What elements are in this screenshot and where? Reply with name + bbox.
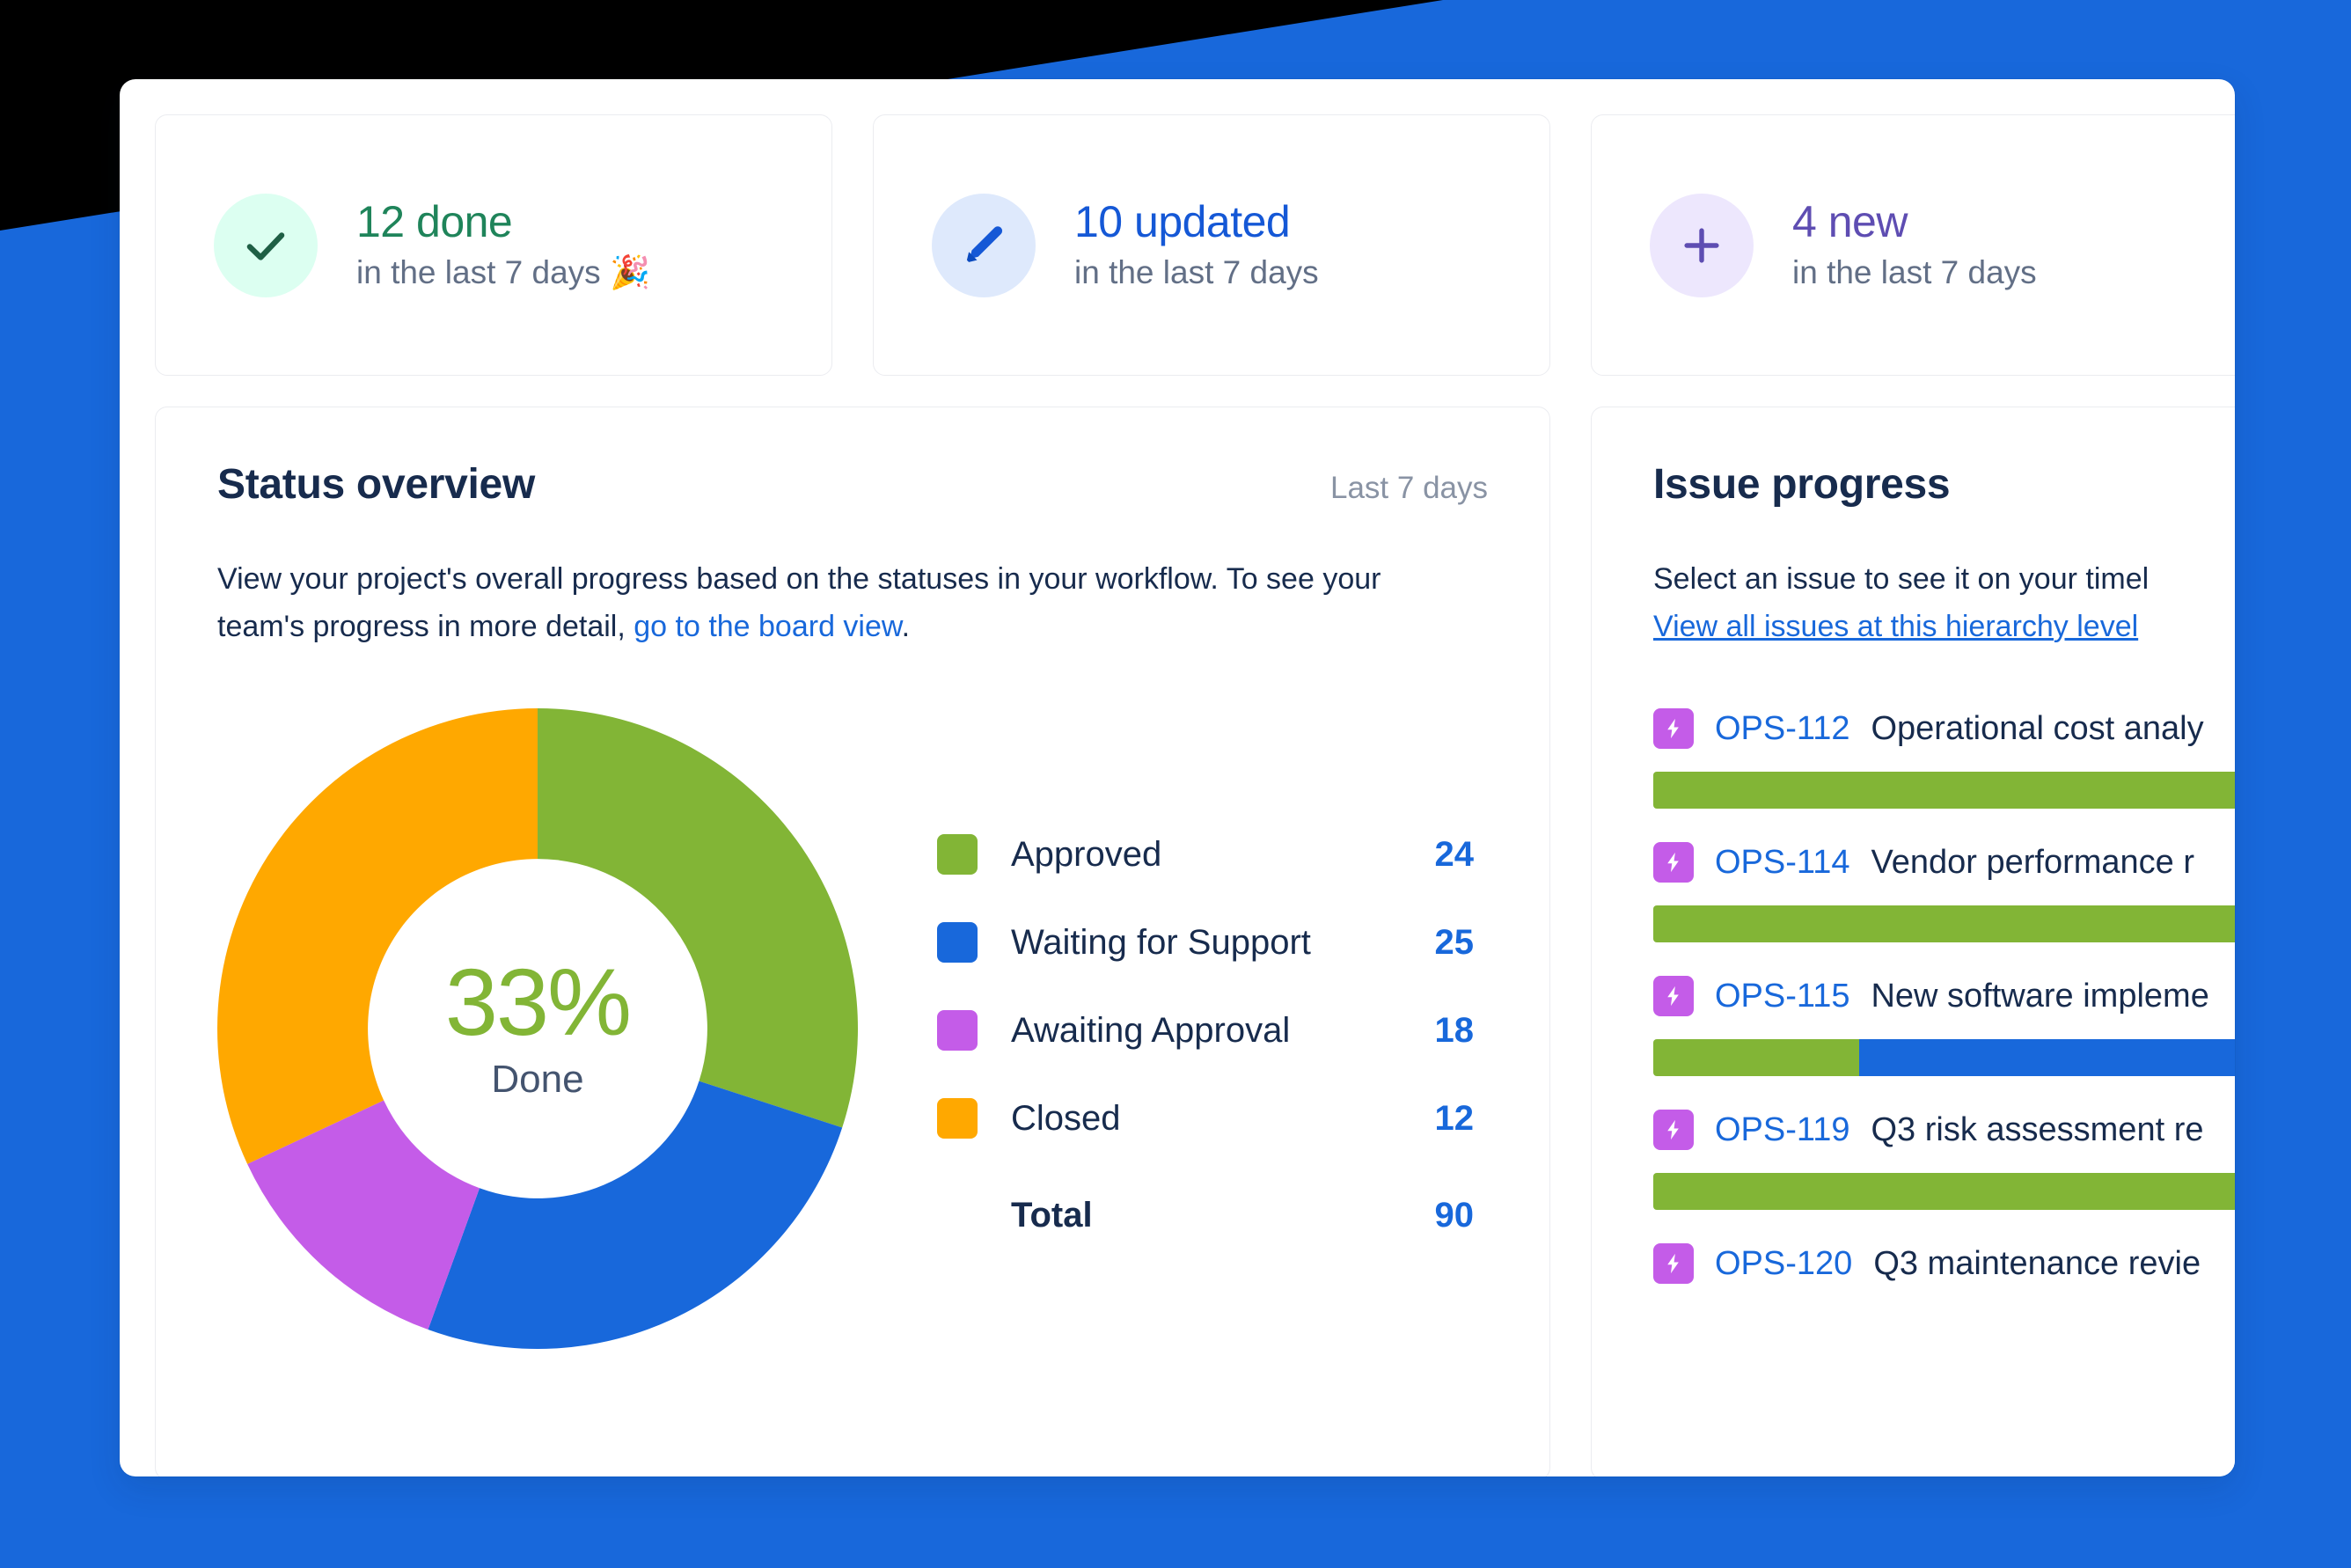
stat-card-done[interactable]: 12 done in the last 7 days 🎉 <box>155 114 832 376</box>
issue-row[interactable]: OPS-120 Q3 maintenance revie <box>1653 1243 2235 1285</box>
epic-bolt-icon <box>1653 842 1694 883</box>
donut-segment-closed[interactable] <box>217 708 538 1165</box>
status-overview-card: Status overview Last 7 days View your pr… <box>155 407 1550 1476</box>
legend-swatch-closed <box>937 1098 978 1139</box>
legend-row[interactable]: Approved 24 <box>937 810 1474 898</box>
legend-value: 25 <box>1434 922 1475 962</box>
legend-label: Awaiting Approval <box>1011 1010 1291 1050</box>
content-row: Status overview Last 7 days View your pr… <box>155 407 2235 1476</box>
epic-bolt-icon <box>1653 976 1694 1017</box>
issue-row[interactable]: OPS-114 Vendor performance r <box>1653 842 2235 943</box>
issue-head: OPS-119 Q3 risk assessment re <box>1653 1110 2235 1151</box>
epic-bolt-icon <box>1653 1243 1694 1285</box>
legend-value: 12 <box>1434 1098 1475 1138</box>
epic-bolt-icon <box>1653 708 1694 750</box>
pencil-icon <box>932 193 1036 297</box>
issue-progress-bar-segment <box>1653 1173 2235 1211</box>
issue-summary: Q3 maintenance revie <box>1873 1244 2201 1282</box>
status-legend: Approved 24 Waiting for Support 25 Await… <box>937 798 1474 1259</box>
legend-swatch-approved <box>937 834 978 876</box>
stat-text: 4 new in the last 7 days <box>1792 199 2037 291</box>
issue-key-link[interactable]: OPS-114 <box>1715 844 1849 882</box>
app-panel: 12 done in the last 7 days 🎉 10 updated … <box>120 79 2235 1476</box>
plus-icon <box>1650 193 1754 297</box>
issue-head: OPS-112 Operational cost analy <box>1653 708 2235 750</box>
issue-progress-description: Select an issue to see it on your timel … <box>1653 556 2235 650</box>
issue-key-link[interactable]: OPS-112 <box>1715 710 1849 748</box>
status-period-label: Last 7 days <box>1330 471 1488 505</box>
legend-label: Waiting for Support <box>1011 922 1311 962</box>
status-description: View your project's overall progress bas… <box>217 556 1449 650</box>
stat-card-row: 12 done in the last 7 days 🎉 10 updated … <box>155 114 2235 376</box>
board-view-link[interactable]: go to the board view <box>634 610 901 643</box>
legend-label: Approved <box>1011 834 1162 874</box>
issue-summary: Q3 risk assessment re <box>1871 1110 2204 1148</box>
legend-total-value: 90 <box>1434 1195 1475 1235</box>
legend-total-row: Total 90 <box>937 1171 1474 1259</box>
status-description-part2: . <box>901 609 911 643</box>
issue-summary: Operational cost analy <box>1871 709 2204 747</box>
issue-row[interactable]: OPS-119 Q3 risk assessment re <box>1653 1110 2235 1211</box>
stat-subtext: in the last 7 days 🎉 <box>356 254 651 291</box>
check-icon <box>214 193 318 297</box>
legend-swatch-waiting-for-support <box>937 922 978 964</box>
stat-text: 12 done in the last 7 days 🎉 <box>356 199 650 291</box>
legend-row[interactable]: Awaiting Approval 18 <box>937 986 1474 1074</box>
issue-progress-header: Issue progress <box>1653 460 2235 509</box>
legend-label: Closed <box>1011 1098 1121 1138</box>
legend-row[interactable]: Waiting for Support 25 <box>937 898 1474 986</box>
stat-text: 10 updated in the last 7 days <box>1074 199 1319 291</box>
legend-swatch-awaiting-approval <box>937 1010 978 1051</box>
issue-head: OPS-120 Q3 maintenance revie <box>1653 1243 2235 1285</box>
issue-progress-card: Issue progress Select an issue to see it… <box>1591 407 2235 1476</box>
legend-total-label: Total <box>1011 1195 1093 1235</box>
panel-inner: 12 done in the last 7 days 🎉 10 updated … <box>120 79 2235 1476</box>
issue-row[interactable]: OPS-115 New software impleme <box>1653 976 2235 1077</box>
page-title: Status overview <box>217 461 535 508</box>
legend-value: 24 <box>1434 834 1475 874</box>
issue-key-link[interactable]: OPS-119 <box>1715 1111 1849 1149</box>
stat-headline: 4 new <box>1792 196 1908 246</box>
issue-row[interactable]: OPS-112 Operational cost analy <box>1653 708 2235 810</box>
issue-progress-bar-segment <box>1653 772 2235 810</box>
issue-progress-bar[interactable] <box>1653 905 2235 943</box>
stat-card-new[interactable]: 4 new in the last 7 days <box>1591 114 2235 376</box>
issue-progress-desc-text: Select an issue to see it on your timel <box>1653 562 2150 596</box>
donut-segment-waiting-for-support[interactable] <box>428 1081 843 1350</box>
issue-summary: Vendor performance r <box>1871 843 2195 881</box>
stat-card-updated[interactable]: 10 updated in the last 7 days <box>873 114 1550 376</box>
donut-segment-approved[interactable] <box>538 708 858 1128</box>
issue-list: OPS-112 Operational cost analy OPS-114 Vend… <box>1653 708 2235 1285</box>
legend-row[interactable]: Closed 12 <box>937 1074 1474 1162</box>
status-donut-chart[interactable]: 33% Done <box>217 708 858 1350</box>
issue-progress-bar-segment <box>1859 1039 2235 1077</box>
stat-subtext: in the last 7 days <box>1074 254 1319 291</box>
issue-key-link[interactable]: OPS-120 <box>1715 1245 1852 1283</box>
issue-progress-bar[interactable] <box>1653 772 2235 810</box>
issue-progress-bar[interactable] <box>1653 1039 2235 1077</box>
issue-progress-bar-segment <box>1653 905 2235 943</box>
status-overview-header: Status overview Last 7 days <box>217 460 1488 509</box>
view-all-issues-link[interactable]: View all issues at this hierarchy level <box>1653 610 2138 643</box>
stat-headline: 12 done <box>356 196 513 246</box>
epic-bolt-icon <box>1653 1110 1694 1151</box>
issue-head: OPS-115 New software impleme <box>1653 976 2235 1017</box>
issue-summary: New software impleme <box>1871 977 2209 1015</box>
issue-progress-title: Issue progress <box>1653 461 1951 508</box>
stat-headline: 10 updated <box>1074 196 1291 246</box>
status-chart-area: 33% Done Approved 24 Waiting for Support… <box>217 708 1488 1350</box>
issue-head: OPS-114 Vendor performance r <box>1653 842 2235 883</box>
issue-progress-bar-segment <box>1653 1039 1859 1077</box>
issue-progress-bar[interactable] <box>1653 1173 2235 1211</box>
legend-value: 18 <box>1434 1010 1475 1050</box>
stat-subtext: in the last 7 days <box>1792 254 2037 291</box>
issue-key-link[interactable]: OPS-115 <box>1715 978 1849 1015</box>
